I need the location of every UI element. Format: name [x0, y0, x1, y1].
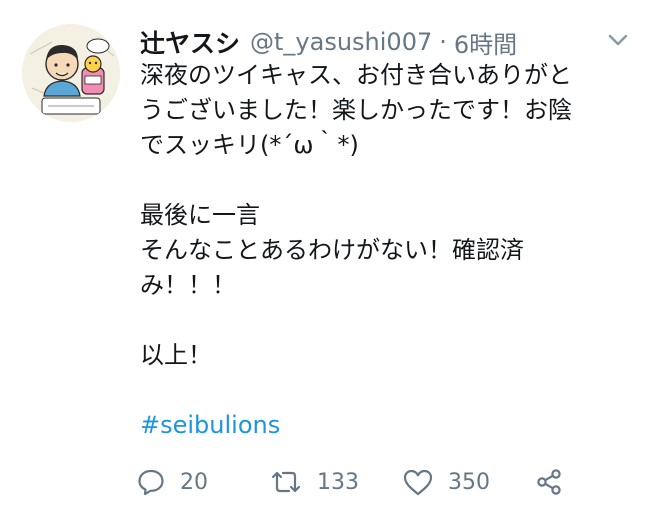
tweet-text-line	[140, 163, 632, 198]
share-icon	[534, 467, 564, 497]
retweet-icon	[269, 467, 303, 497]
tweet-text-line: うございました！楽しかったです！お陰	[140, 96, 572, 124]
tweet-text: 深夜のツイキャス、お付き合いありがと うございました！楽しかったです！お陰 でス…	[140, 58, 632, 443]
chevron-down-icon[interactable]	[606, 30, 630, 50]
tweet-header: 辻ヤスシ @t_yasushi007 · 6時間	[140, 22, 517, 62]
hashtag-link[interactable]: #seibulions	[140, 408, 632, 443]
tweet-actions: 20 133 350	[136, 465, 636, 499]
like-count: 350	[448, 469, 490, 495]
retweet-button[interactable]: 133	[269, 465, 359, 499]
tweet-text-line: 以上！	[140, 341, 212, 369]
tweet-text-line: み！！！	[140, 271, 236, 299]
tweet-text-line: でスッキリ(*´ω｀*)	[140, 131, 359, 159]
tweet-text-line	[140, 373, 632, 408]
share-button[interactable]	[534, 465, 564, 499]
tweet-text-line: そんなことあるわけがない！確認済	[140, 236, 524, 264]
tweet-text-line	[140, 303, 632, 338]
user-handle[interactable]: @t_yasushi007	[250, 28, 432, 56]
display-name[interactable]: 辻ヤスシ	[140, 24, 240, 60]
tweet[interactable]: 辻ヤスシ @t_yasushi007 · 6時間 深夜のツイキャス、お付き合いあ…	[0, 0, 650, 513]
retweet-count: 133	[317, 469, 359, 495]
timestamp[interactable]: 6時間	[454, 25, 517, 60]
avatar-illustration-icon	[22, 24, 120, 122]
separator-dot: ·	[439, 28, 447, 56]
heart-icon	[402, 467, 434, 497]
tweet-text-line: 最後に一言	[140, 201, 260, 229]
reply-count: 20	[180, 469, 208, 495]
tweet-text-line: 深夜のツイキャス、お付き合いありがと	[140, 61, 572, 89]
reply-button[interactable]: 20	[136, 465, 208, 499]
avatar[interactable]	[22, 24, 120, 122]
reply-icon	[136, 467, 166, 497]
like-button[interactable]: 350	[402, 465, 490, 499]
